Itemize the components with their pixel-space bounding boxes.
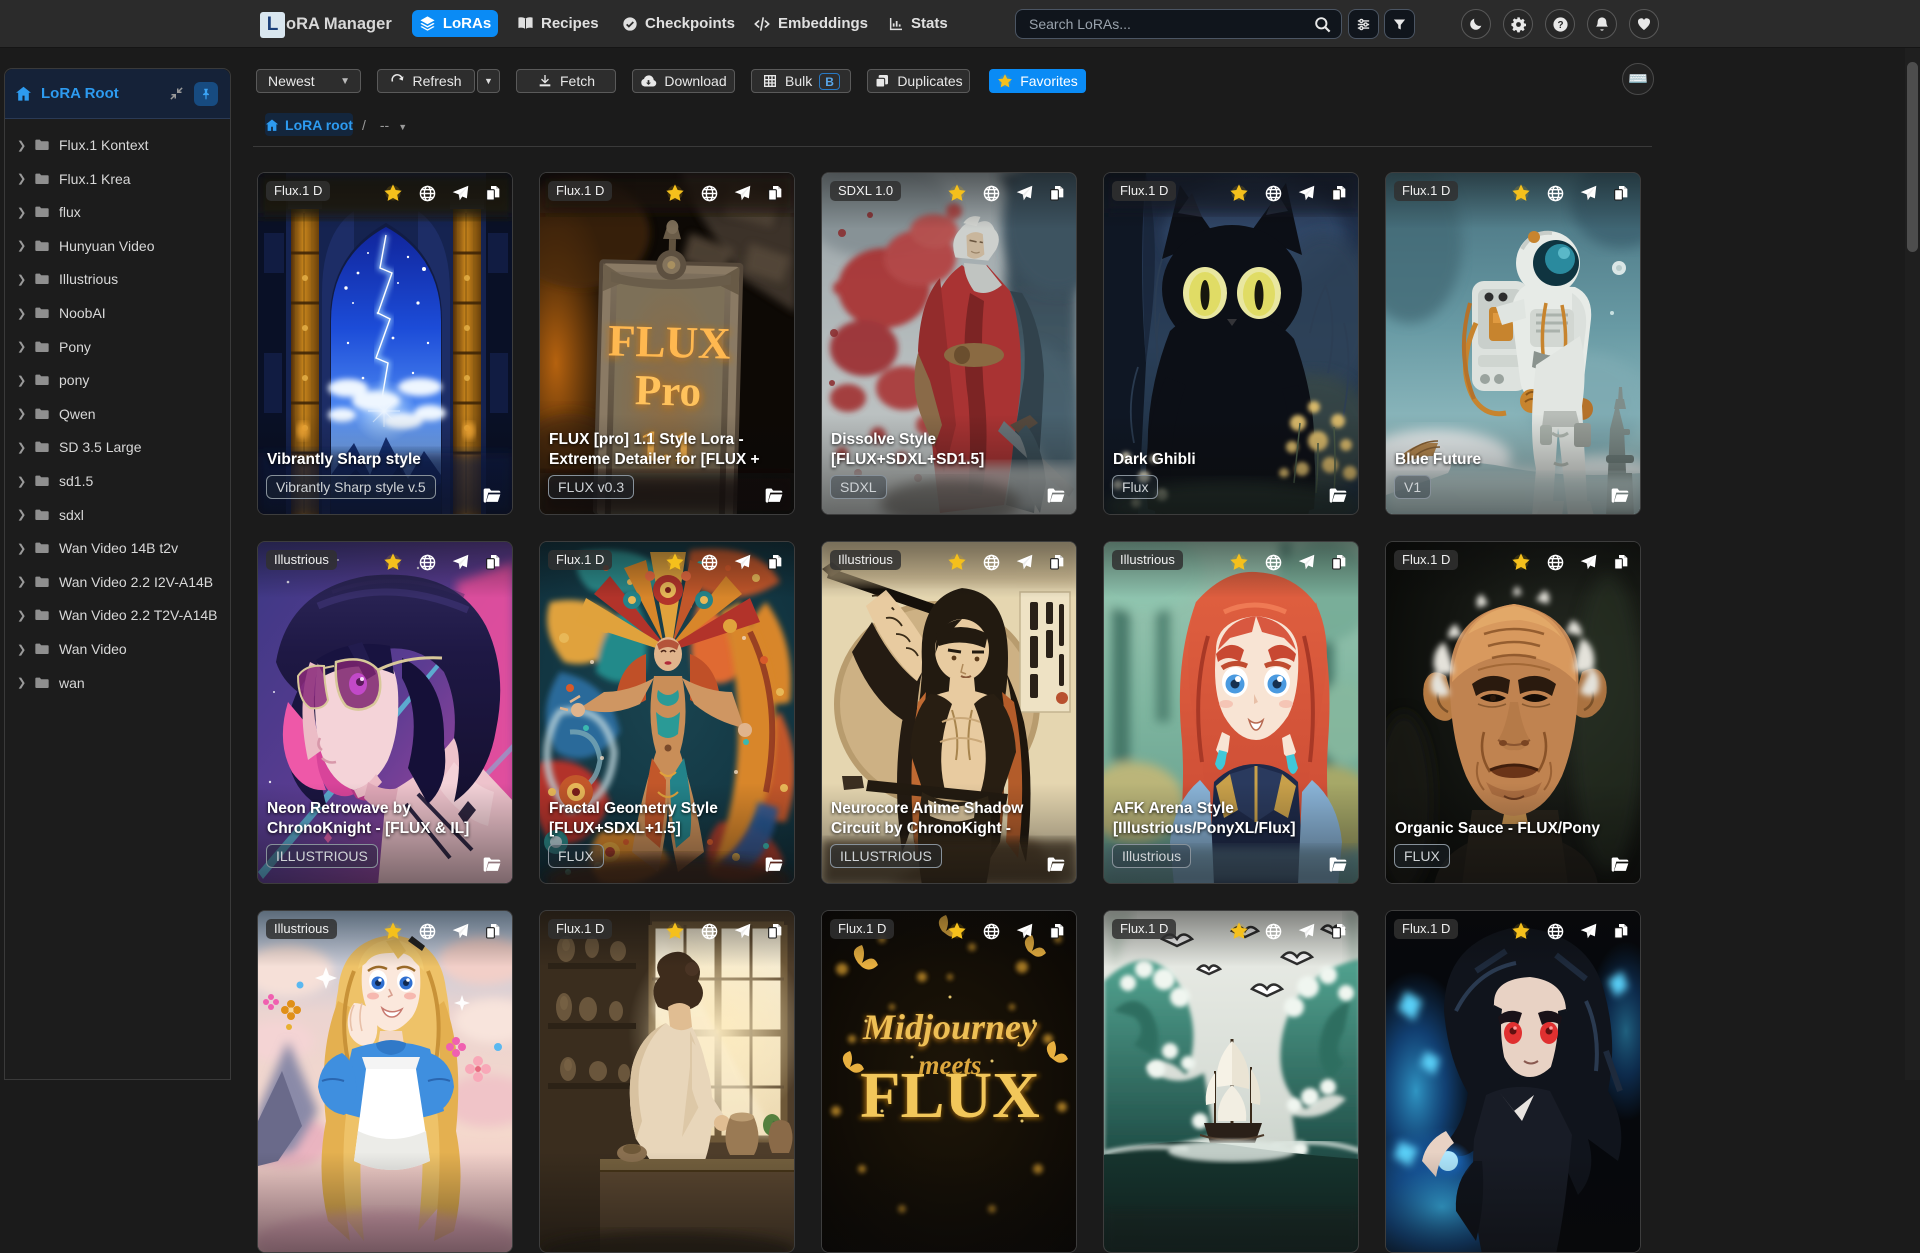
svg-text:Midjourney: Midjourney xyxy=(862,1007,1038,1047)
svg-text:FLUX: FLUX xyxy=(607,315,731,368)
svg-text:FLUX: FLUX xyxy=(860,1059,1040,1132)
svg-text:Pro: Pro xyxy=(634,367,701,416)
